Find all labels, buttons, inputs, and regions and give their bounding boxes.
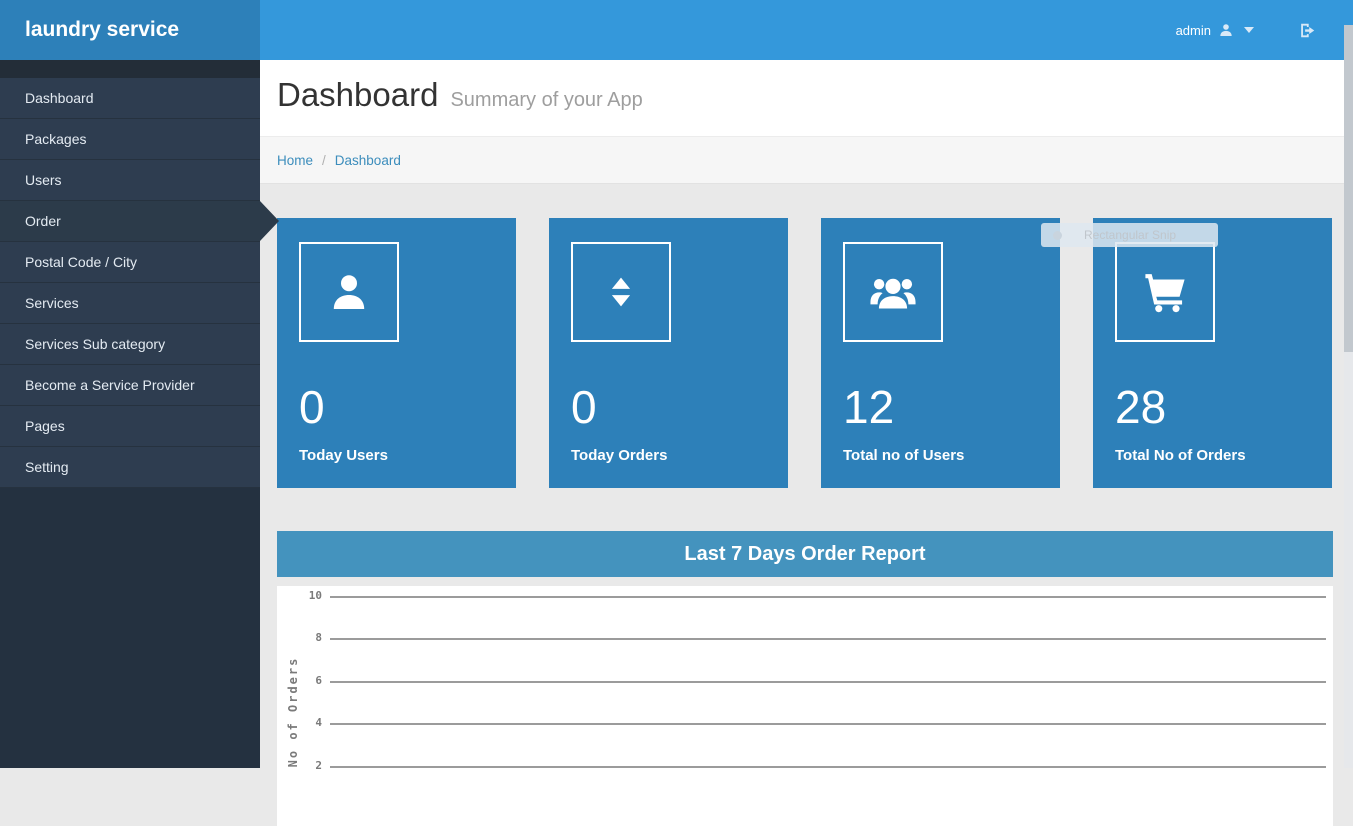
sidebar-top-strip (0, 60, 260, 78)
stat-label: Today Orders (571, 446, 668, 464)
icon-box (299, 242, 399, 342)
topbar: admin (260, 0, 1353, 60)
breadcrumb-dashboard-link[interactable]: Dashboard (335, 153, 401, 168)
sidebar-item-become-a-service-provider[interactable]: Become a Service Provider (0, 365, 260, 406)
sign-out-icon (1298, 21, 1317, 40)
sidebar-item-services[interactable]: Services (0, 283, 260, 324)
sidebar-item-postal-code-city[interactable]: Postal Code / City (0, 242, 260, 283)
icon-box (571, 242, 671, 342)
gridline (330, 638, 1326, 640)
page-subtitle: Summary of your App (450, 89, 643, 111)
stat-label: Total no of Users (843, 446, 965, 464)
stat-label: Total No of Orders (1115, 446, 1246, 464)
sidebar-item-setting[interactable]: Setting (0, 447, 260, 488)
sidebar-item-services-sub-category[interactable]: Services Sub category (0, 324, 260, 365)
y-axis-label: No of Orders (286, 656, 300, 768)
main-area: Dashboard Summary of your App Home / Das… (260, 60, 1353, 826)
breadcrumb: Home / Dashboard (260, 136, 1353, 184)
sidebar-item-users[interactable]: Users (0, 160, 260, 201)
admin-username: admin (1175, 22, 1211, 38)
stat-value: 12 (843, 381, 895, 433)
stat-cards-row: 0 Today Users 0 Today Orders 12 Total no… (260, 218, 1353, 488)
stat-value: 0 (571, 381, 597, 433)
active-item-arrow (260, 201, 279, 241)
logout-button[interactable] (1298, 21, 1317, 40)
snipping-tool-overlay: Rectangular Snip (1041, 223, 1218, 247)
y-tick: 10 (308, 589, 322, 602)
stat-value: 28 (1115, 381, 1167, 433)
scrollbar-thumb[interactable] (1344, 25, 1353, 352)
snip-label: Rectangular Snip (1084, 228, 1177, 242)
stat-label: Today Users (299, 446, 388, 464)
content-area: Rectangular Snip 0 Today Users 0 Today O… (260, 218, 1353, 826)
chart-title: Last 7 Days Order Report (277, 531, 1333, 577)
page-title: Dashboard (277, 76, 439, 113)
snip-dot-icon (1053, 230, 1062, 240)
page-header: Dashboard Summary of your App (260, 60, 1353, 136)
stat-card-total-users[interactable]: 12 Total no of Users (821, 218, 1060, 488)
admin-menu[interactable]: admin (1176, 22, 1254, 38)
sidebar: laundry service Dashboard Packages Users… (0, 0, 260, 768)
breadcrumb-home-link[interactable]: Home (277, 153, 313, 168)
users-icon (867, 266, 919, 318)
chevron-down-icon (1244, 27, 1254, 33)
breadcrumb-separator: / (322, 152, 326, 168)
y-tick: 8 (315, 631, 322, 644)
order-report-chart: 10 8 6 4 2 No of Orders (277, 586, 1333, 826)
cart-icon (1140, 267, 1190, 317)
sidebar-item-pages[interactable]: Pages (0, 406, 260, 447)
user-icon (325, 268, 373, 316)
user-icon (1218, 22, 1234, 38)
gridline (330, 723, 1326, 725)
stat-card-total-orders[interactable]: 28 Total No of Orders (1093, 218, 1332, 488)
scrollbar[interactable] (1344, 25, 1353, 768)
icon-box (1115, 242, 1215, 342)
gridline (330, 596, 1326, 598)
gridline (330, 681, 1326, 683)
sort-icon (600, 271, 642, 313)
sidebar-item-packages[interactable]: Packages (0, 119, 260, 160)
icon-box (843, 242, 943, 342)
sidebar-item-order[interactable]: Order (0, 201, 260, 242)
stat-card-today-users[interactable]: 0 Today Users (277, 218, 516, 488)
stat-value: 0 (299, 381, 325, 433)
order-report-panel: Last 7 Days Order Report 10 8 6 4 2 No o… (260, 531, 1333, 826)
brand-logo[interactable]: laundry service (0, 0, 260, 60)
sidebar-item-dashboard[interactable]: Dashboard (0, 78, 260, 119)
stat-card-today-orders[interactable]: 0 Today Orders (549, 218, 788, 488)
